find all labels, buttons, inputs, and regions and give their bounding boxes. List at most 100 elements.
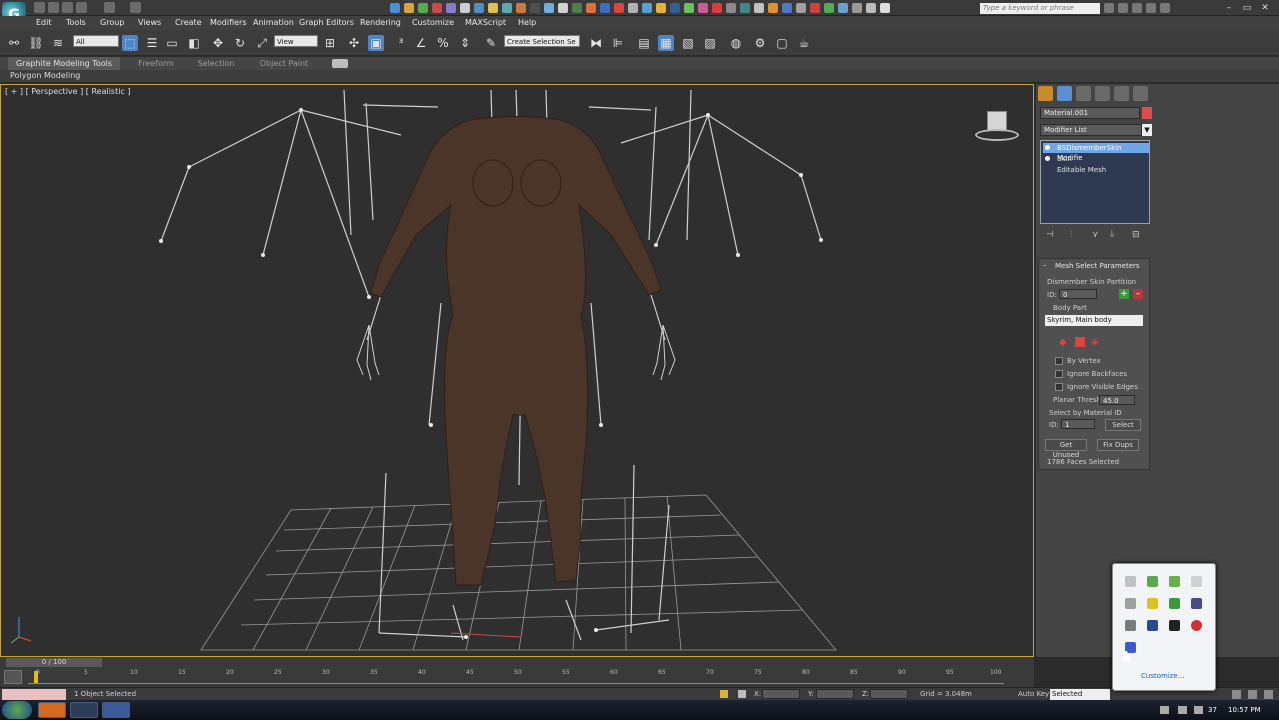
3dsmax-task-icon[interactable] <box>102 702 130 718</box>
communication-center-icon[interactable] <box>1132 3 1142 13</box>
app-shortcut-icon[interactable] <box>782 3 792 13</box>
project-folder-icon[interactable] <box>130 2 141 13</box>
select-and-link-icon[interactable]: ⚯ <box>6 35 22 51</box>
volume-icon[interactable] <box>1194 706 1203 714</box>
select-by-name-icon[interactable]: ☰ <box>144 35 160 51</box>
app-shortcut-icon[interactable] <box>586 3 596 13</box>
partition-id-spinner[interactable]: 0 <box>1059 289 1097 299</box>
tray-app-icon[interactable] <box>1147 598 1158 609</box>
menu-help[interactable]: Help <box>518 17 536 29</box>
app-shortcut-icon[interactable] <box>670 3 680 13</box>
planar-thresh-spinner[interactable]: 45.0 <box>1099 395 1135 405</box>
align-icon[interactable]: ⊫ <box>610 35 626 51</box>
undo-icon[interactable] <box>76 2 87 13</box>
tray-app-icon[interactable] <box>1125 620 1136 631</box>
app-shortcut-icon[interactable] <box>866 3 876 13</box>
select-and-scale-icon[interactable]: ⤢ <box>254 35 270 51</box>
track-bar[interactable] <box>28 683 1004 684</box>
zoom-extents-icon[interactable] <box>1232 690 1241 699</box>
unlink-selection-icon[interactable]: ⛓ <box>28 35 44 51</box>
tray-icon[interactable] <box>1160 706 1169 714</box>
angle-snap-icon[interactable]: ∠ <box>413 35 429 51</box>
make-unique-icon[interactable]: ⋎ <box>1092 230 1099 240</box>
lock-icon[interactable] <box>720 690 728 698</box>
layer-manager-icon[interactable]: ▤ <box>636 35 652 51</box>
rendered-frame-window-icon[interactable]: ▢ <box>774 35 790 51</box>
menu-animation[interactable]: Animation <box>253 17 294 29</box>
search-input[interactable]: Type a keyword or phrase <box>980 3 1100 14</box>
tray-app-icon[interactable] <box>1191 598 1202 609</box>
search-icon[interactable] <box>1104 3 1114 13</box>
configure-modifier-sets-icon[interactable]: ⊟ <box>1132 230 1140 240</box>
app-shortcut-icon[interactable] <box>418 3 428 13</box>
app-shortcut-icon[interactable] <box>684 3 694 13</box>
render-setup-icon[interactable]: ⚙ <box>752 35 768 51</box>
help-icon[interactable] <box>1160 3 1170 13</box>
percent-snap-icon[interactable]: % <box>435 35 451 51</box>
polygon-modeling-label[interactable]: Polygon Modeling <box>10 71 80 80</box>
ignore-backfaces-checkbox[interactable] <box>1055 370 1063 378</box>
app-shortcut-icon[interactable] <box>642 3 652 13</box>
app-shortcut-icon[interactable] <box>558 3 568 13</box>
tab-graphite-modeling-tools[interactable]: Graphite Modeling Tools <box>8 57 120 70</box>
motion-panel-icon[interactable] <box>1095 86 1110 101</box>
snaps-toggle-icon[interactable]: ³ <box>393 35 409 51</box>
app-shortcut-icon[interactable] <box>712 3 722 13</box>
menu-views[interactable]: Views <box>138 17 161 29</box>
subscription-icon[interactable] <box>1118 3 1128 13</box>
new-file-icon[interactable] <box>34 2 45 13</box>
graphite-ribbon-icon[interactable]: ▦ <box>658 35 674 51</box>
stack-item-bsdismemberskin[interactable]: BSDismemberSkin Modifie <box>1043 143 1149 162</box>
tray-app-icon[interactable] <box>1191 620 1202 631</box>
app-shortcut-icon[interactable] <box>824 3 834 13</box>
hierarchy-panel-icon[interactable] <box>1076 86 1091 101</box>
remove-partition-button[interactable]: – <box>1133 289 1143 299</box>
reference-coordinate-dropdown[interactable]: View <box>274 35 318 47</box>
menu-modifiers[interactable]: Modifiers <box>210 17 247 29</box>
stack-item-editable-mesh[interactable]: Editable Mesh <box>1043 165 1149 175</box>
app-shortcut-icon[interactable] <box>390 3 400 13</box>
menu-rendering[interactable]: Rendering <box>360 17 401 29</box>
app-shortcut-icon[interactable] <box>726 3 736 13</box>
app-shortcut-icon[interactable] <box>516 3 526 13</box>
tab-object-paint[interactable]: Object Paint <box>252 57 316 70</box>
tray-app-icon[interactable] <box>1169 620 1180 631</box>
open-file-icon[interactable] <box>48 2 59 13</box>
close-button[interactable]: ✕ <box>1258 2 1272 14</box>
app-shortcut-icon[interactable] <box>740 3 750 13</box>
add-partition-button[interactable]: + <box>1119 289 1129 299</box>
mirror-icon[interactable]: ⧓ <box>588 35 604 51</box>
network-icon[interactable] <box>1178 706 1187 714</box>
select-and-rotate-icon[interactable]: ↻ <box>232 35 248 51</box>
app-shortcut-icon[interactable] <box>530 3 540 13</box>
object-color-swatch[interactable] <box>1142 107 1152 119</box>
key-mode-dropdown[interactable]: Selected <box>1050 689 1110 700</box>
chevron-down-icon[interactable]: ▼ <box>1142 124 1152 136</box>
save-file-icon[interactable] <box>62 2 73 13</box>
viewcube[interactable] <box>973 107 1021 143</box>
maximize-button[interactable]: ▭ <box>1240 2 1254 14</box>
mini-curve-editor-icon[interactable] <box>4 670 22 684</box>
clock[interactable]: 10:57 PM <box>1228 706 1261 714</box>
pivot-center-icon[interactable]: ⊞ <box>322 35 338 51</box>
menu-maxscript[interactable]: MAXScript <box>465 17 506 29</box>
collapse-icon[interactable]: – <box>1043 261 1047 269</box>
tab-selection[interactable]: Selection <box>190 57 242 70</box>
element-mode-icon[interactable]: ◈ <box>1091 337 1101 348</box>
redo-icon[interactable] <box>104 2 115 13</box>
customize-link[interactable]: Customize... <box>1141 672 1184 680</box>
app-shortcut-icon[interactable] <box>572 3 582 13</box>
app-shortcut-icon[interactable] <box>880 3 890 13</box>
app-shortcut-icon[interactable] <box>404 3 414 13</box>
material-editor-icon[interactable]: ◍ <box>728 35 744 51</box>
viewcube-ring[interactable] <box>975 129 1019 141</box>
ignore-visible-edges-checkbox[interactable] <box>1055 383 1063 391</box>
utilities-panel-icon[interactable] <box>1133 86 1148 101</box>
vertex-mode-icon[interactable]: ◆ <box>1059 337 1069 348</box>
tab-freeform[interactable]: Freeform <box>126 57 186 70</box>
light-bulb-icon[interactable] <box>1045 156 1050 161</box>
menu-tools[interactable]: Tools <box>66 17 86 29</box>
selection-filter-dropdown[interactable]: All <box>73 35 119 47</box>
pan-view-icon[interactable] <box>1248 690 1257 699</box>
menu-graph-editors[interactable]: Graph Editors <box>299 17 354 29</box>
